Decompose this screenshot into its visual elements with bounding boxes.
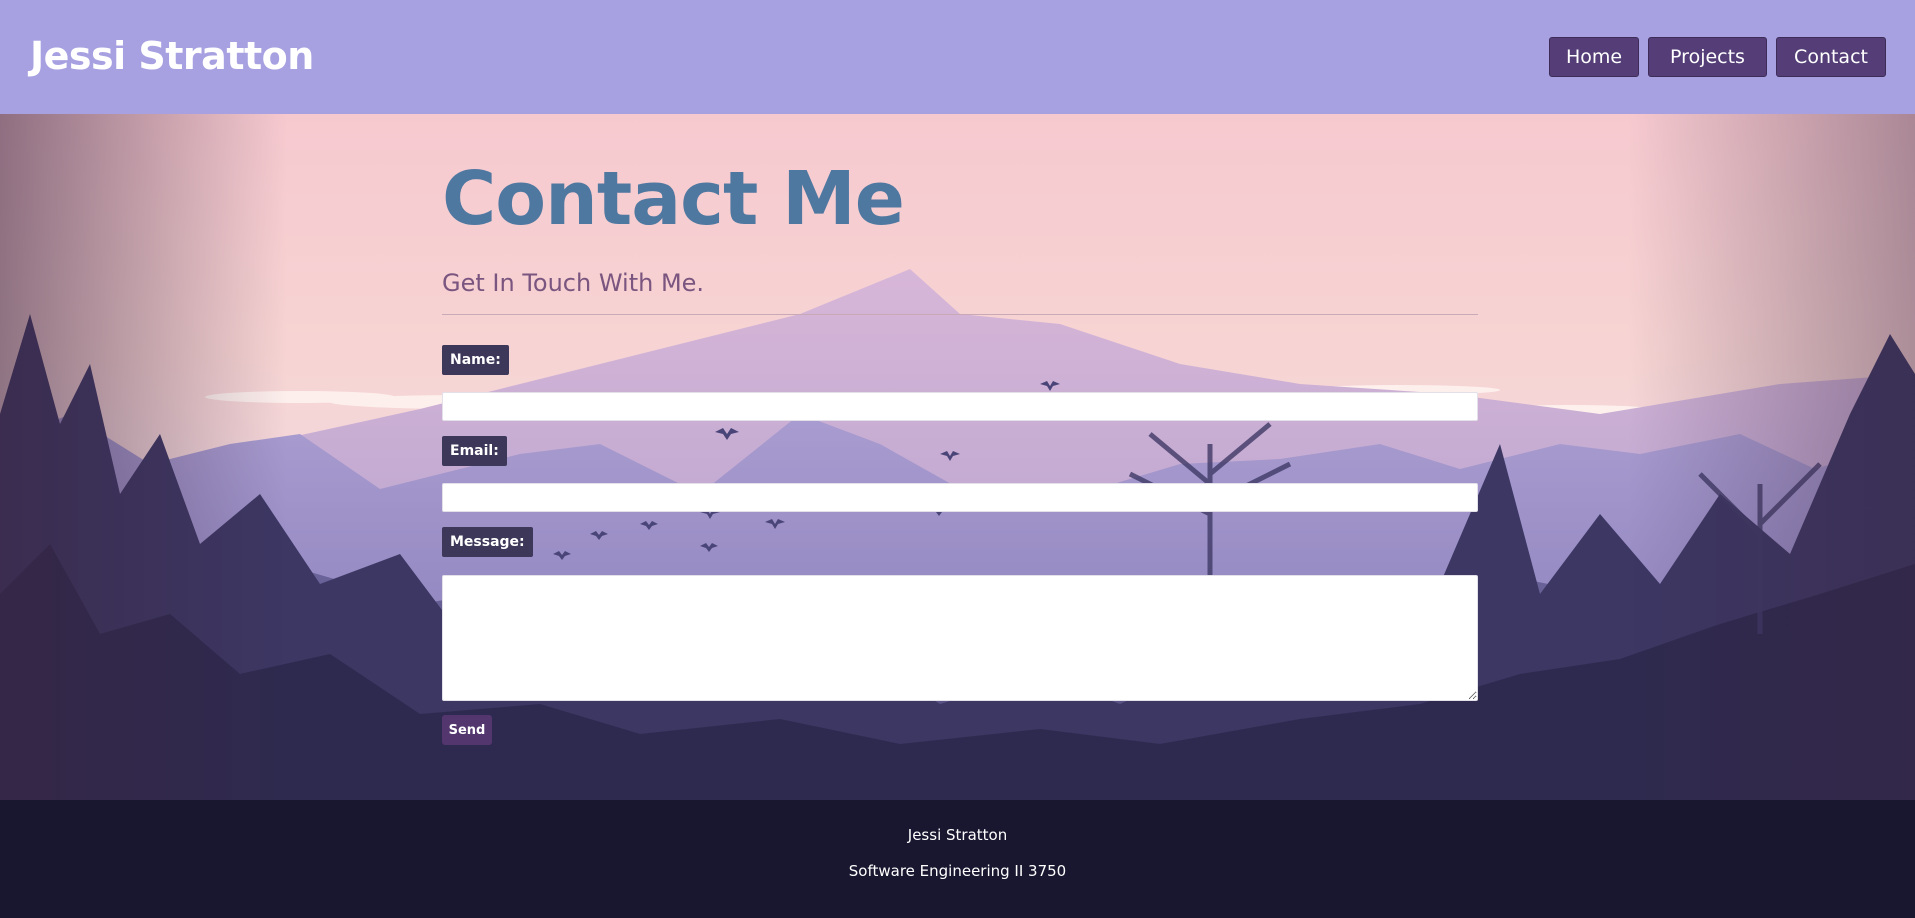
site-header: Jessi Stratton Home Projects Contact (0, 0, 1915, 114)
site-brand[interactable]: Jessi Stratton (30, 34, 314, 78)
nav-projects-button[interactable]: Projects (1648, 37, 1767, 77)
nav-contact-button[interactable]: Contact (1776, 37, 1886, 77)
name-label: Name: (442, 345, 509, 375)
message-textarea[interactable] (442, 575, 1478, 701)
nav-home-button[interactable]: Home (1549, 37, 1639, 77)
send-button[interactable]: Send (442, 715, 492, 745)
site-footer: Jessi Stratton Software Engineering II 3… (0, 800, 1915, 918)
name-field[interactable] (442, 392, 1478, 421)
email-label: Email: (442, 436, 507, 466)
main-nav: Home Projects Contact (1549, 37, 1886, 77)
footer-course: Software Engineering II 3750 (848, 862, 1067, 880)
divider (442, 314, 1478, 315)
page-subtitle: Get In Touch With Me. (442, 269, 705, 297)
email-field[interactable] (442, 483, 1478, 512)
page-title: Contact Me (442, 156, 905, 242)
message-label: Message: (442, 527, 533, 557)
footer-name: Jessi Stratton (907, 826, 1008, 844)
